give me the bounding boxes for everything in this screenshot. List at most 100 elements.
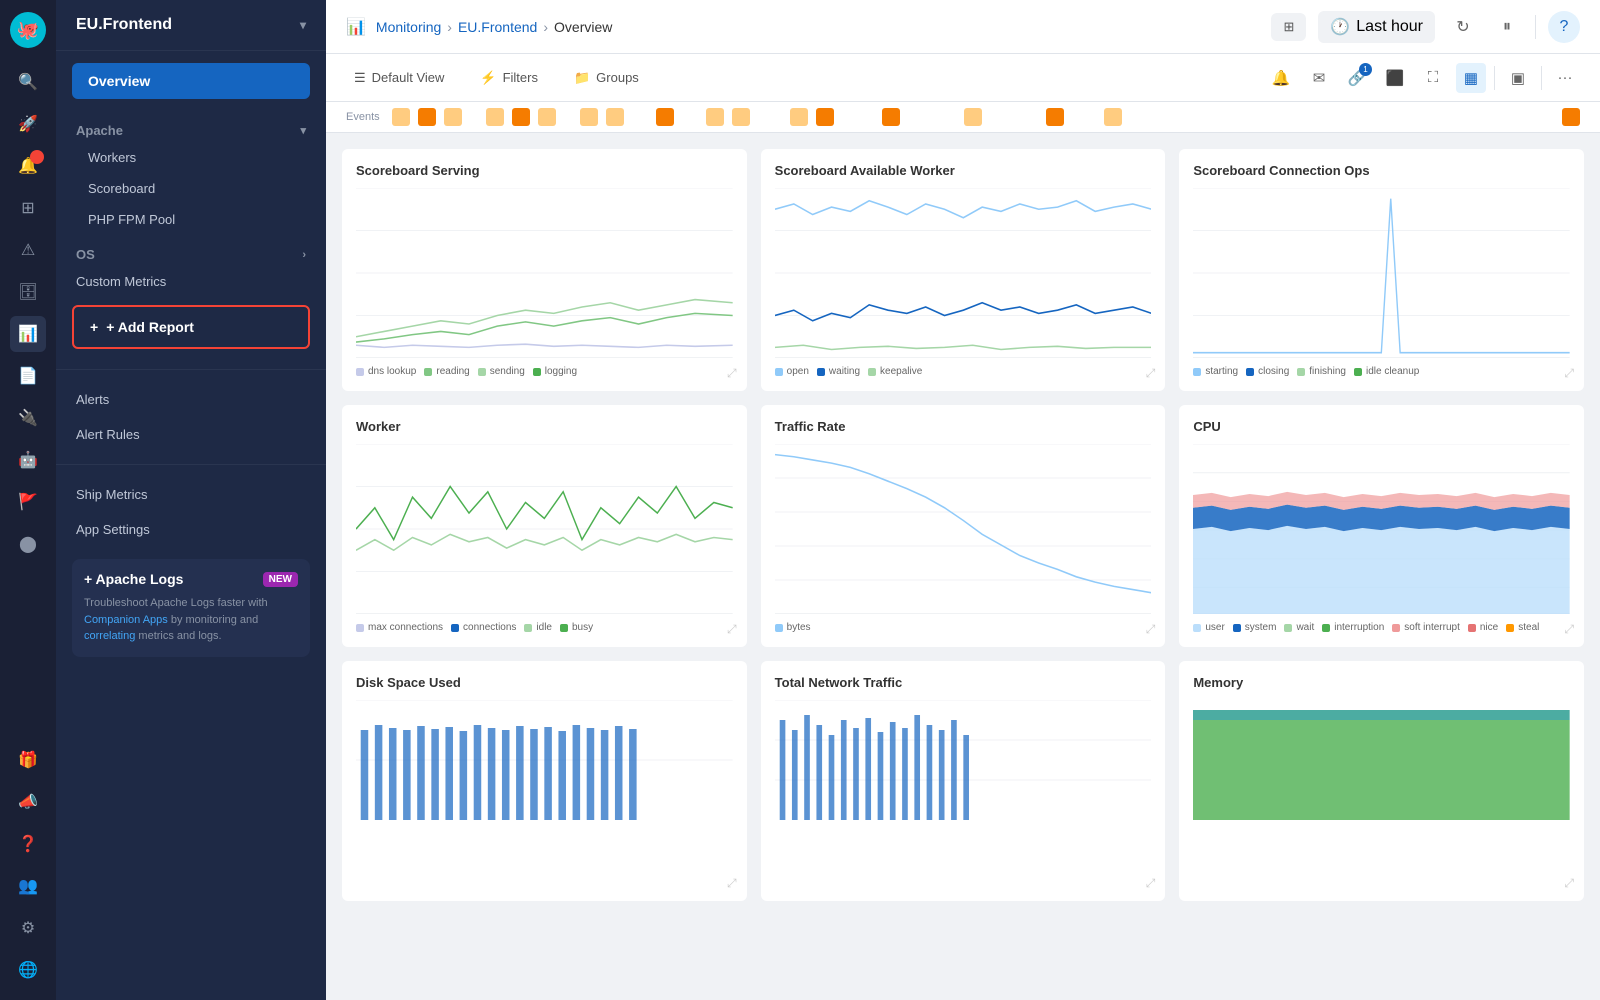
gift-icon[interactable]: 🎁 [10, 742, 46, 778]
toolbar: ☰ Default View ⚡ Filters 📁 Groups 🔔 ✉ 🔗 … [326, 54, 1600, 102]
divider [56, 464, 326, 465]
event-dot[interactable] [1104, 108, 1122, 126]
expand-icon[interactable]: ⤢ [1146, 876, 1156, 891]
alert-bell-icon[interactable]: 🔔 [10, 148, 46, 184]
legend-item: system [1233, 622, 1277, 633]
expand-icon[interactable]: ⤢ [1146, 366, 1156, 381]
legend-item: finishing [1297, 366, 1346, 377]
mail-icon[interactable]: ✉ [1304, 63, 1334, 93]
sidebar-header[interactable]: EU.Frontend ▾ [56, 0, 326, 51]
event-dot[interactable] [1046, 108, 1064, 126]
notification-badge [30, 150, 44, 164]
app-logo[interactable]: 🐙 [10, 12, 46, 48]
help-button[interactable]: ? [1548, 11, 1580, 43]
last-hour-button[interactable]: 🕐 Last hour [1318, 11, 1435, 43]
sidebar-item-php-fpm-pool[interactable]: PHP FPM Pool [56, 204, 326, 235]
flag-icon[interactable]: 🚩 [10, 484, 46, 520]
expand-icon[interactable]: ⤢ [1564, 876, 1574, 891]
more-options-icon[interactable]: ··· [1550, 63, 1580, 93]
fullscreen-icon[interactable]: ⛶ [1418, 63, 1448, 93]
users-icon[interactable]: 👥 [10, 868, 46, 904]
sidebar-section-os[interactable]: OS › [56, 235, 326, 266]
pause-button[interactable]: ⏸ [1491, 11, 1523, 43]
sidebar-item-alert-rules[interactable]: Alert Rules [56, 417, 326, 452]
database-icon[interactable]: 🗄 [10, 274, 46, 310]
rocket-icon[interactable]: 🚀 [10, 106, 46, 142]
event-dot[interactable] [706, 108, 724, 126]
chevron-right-icon: › [302, 249, 306, 261]
event-dot[interactable] [512, 108, 530, 126]
chart-title: Scoreboard Available Worker [775, 163, 1152, 178]
correlating-link[interactable]: correlating [84, 630, 135, 642]
event-dot[interactable] [418, 108, 436, 126]
chevron-down-icon: ▾ [300, 18, 306, 32]
expand-icon[interactable]: ⤢ [727, 876, 737, 891]
breadcrumb-eu-frontend[interactable]: EU.Frontend [458, 19, 537, 35]
chart-card-disk-space: Disk Space Used [342, 661, 747, 901]
chart-svg [1193, 700, 1570, 820]
groups-button[interactable]: 📁 Groups [566, 66, 647, 90]
event-dot[interactable] [816, 108, 834, 126]
search-icon[interactable]: 🔍 [10, 64, 46, 100]
sidebar-section-apache[interactable]: Apache ▾ [56, 111, 326, 142]
question-icon[interactable]: ❓ [10, 826, 46, 862]
add-report-button[interactable]: + + Add Report [72, 305, 310, 349]
apache-logs-button[interactable]: + Apache Logs NEW [84, 571, 298, 587]
event-dot[interactable] [656, 108, 674, 126]
chart-svg [1193, 444, 1570, 614]
legend-item: closing [1246, 366, 1289, 377]
event-dot[interactable] [580, 108, 598, 126]
notifications-icon[interactable]: 🔔 [1266, 63, 1296, 93]
chart-title: Scoreboard Serving [356, 163, 733, 178]
filters-button[interactable]: ⚡ Filters [472, 66, 546, 90]
expand-icon[interactable]: ⤢ [727, 622, 737, 637]
sidebar-item-alerts[interactable]: Alerts [56, 382, 326, 417]
expand-icon[interactable]: ⤢ [1564, 366, 1574, 381]
event-dot[interactable] [606, 108, 624, 126]
event-dot[interactable] [790, 108, 808, 126]
circle-icon[interactable]: ⬤ [10, 526, 46, 562]
sidebar-item-scoreboard[interactable]: Scoreboard [56, 173, 326, 204]
grid-icon[interactable]: ⊞ [10, 190, 46, 226]
grid-view-icon[interactable]: ▦ [1456, 63, 1486, 93]
chart-icon[interactable]: 📊 [10, 316, 46, 352]
event-dot[interactable] [538, 108, 556, 126]
legend-item: sending [478, 366, 525, 377]
expand-icon[interactable]: ⤢ [1146, 622, 1156, 637]
chart-legend: open waiting keepalive [775, 366, 1152, 377]
event-dot[interactable] [732, 108, 750, 126]
expand-icon[interactable]: ⤢ [1564, 622, 1574, 637]
companion-apps-link[interactable]: Companion Apps [84, 614, 168, 626]
expand-icon[interactable]: ⤢ [727, 366, 737, 381]
event-dot[interactable] [882, 108, 900, 126]
sidebar-item-workers[interactable]: Workers [56, 142, 326, 173]
event-dot[interactable] [392, 108, 410, 126]
sidebar-item-custom-metrics[interactable]: Custom Metrics [56, 266, 326, 297]
split-view-icon[interactable]: ▣ [1503, 63, 1533, 93]
robot-icon[interactable]: 🤖 [10, 442, 46, 478]
sidebar-item-ship-metrics[interactable]: Ship Metrics [56, 477, 326, 512]
refresh-button[interactable]: ↻ [1447, 11, 1479, 43]
event-dot[interactable] [1562, 108, 1580, 126]
gear-icon[interactable]: ⚙ [10, 910, 46, 946]
event-dot[interactable] [444, 108, 462, 126]
legend-item: steal [1506, 622, 1539, 633]
sidebar-item-overview[interactable]: Overview [72, 63, 310, 99]
new-badge: NEW [263, 572, 298, 587]
link-icon[interactable]: 🔗 1 [1342, 63, 1372, 93]
event-dot[interactable] [486, 108, 504, 126]
legend-item: wait [1284, 622, 1314, 633]
globe-icon[interactable]: 🌐 [10, 952, 46, 988]
event-dot[interactable] [964, 108, 982, 126]
default-view-button[interactable]: ☰ Default View [346, 66, 452, 90]
plugin-icon[interactable]: 🔌 [10, 400, 46, 436]
breadcrumb: 📊 Monitoring › EU.Frontend › Overview [346, 17, 612, 37]
apps-grid-button[interactable]: ⊞ [1271, 13, 1306, 41]
chart-svg [356, 444, 733, 614]
document-icon[interactable]: 📄 [10, 358, 46, 394]
monitor-icon[interactable]: ⬛ [1380, 63, 1410, 93]
breadcrumb-monitoring[interactable]: Monitoring [376, 19, 441, 35]
sidebar-item-app-settings[interactable]: App Settings [56, 512, 326, 547]
warning-icon[interactable]: ⚠ [10, 232, 46, 268]
megaphone-icon[interactable]: 📣 [10, 784, 46, 820]
